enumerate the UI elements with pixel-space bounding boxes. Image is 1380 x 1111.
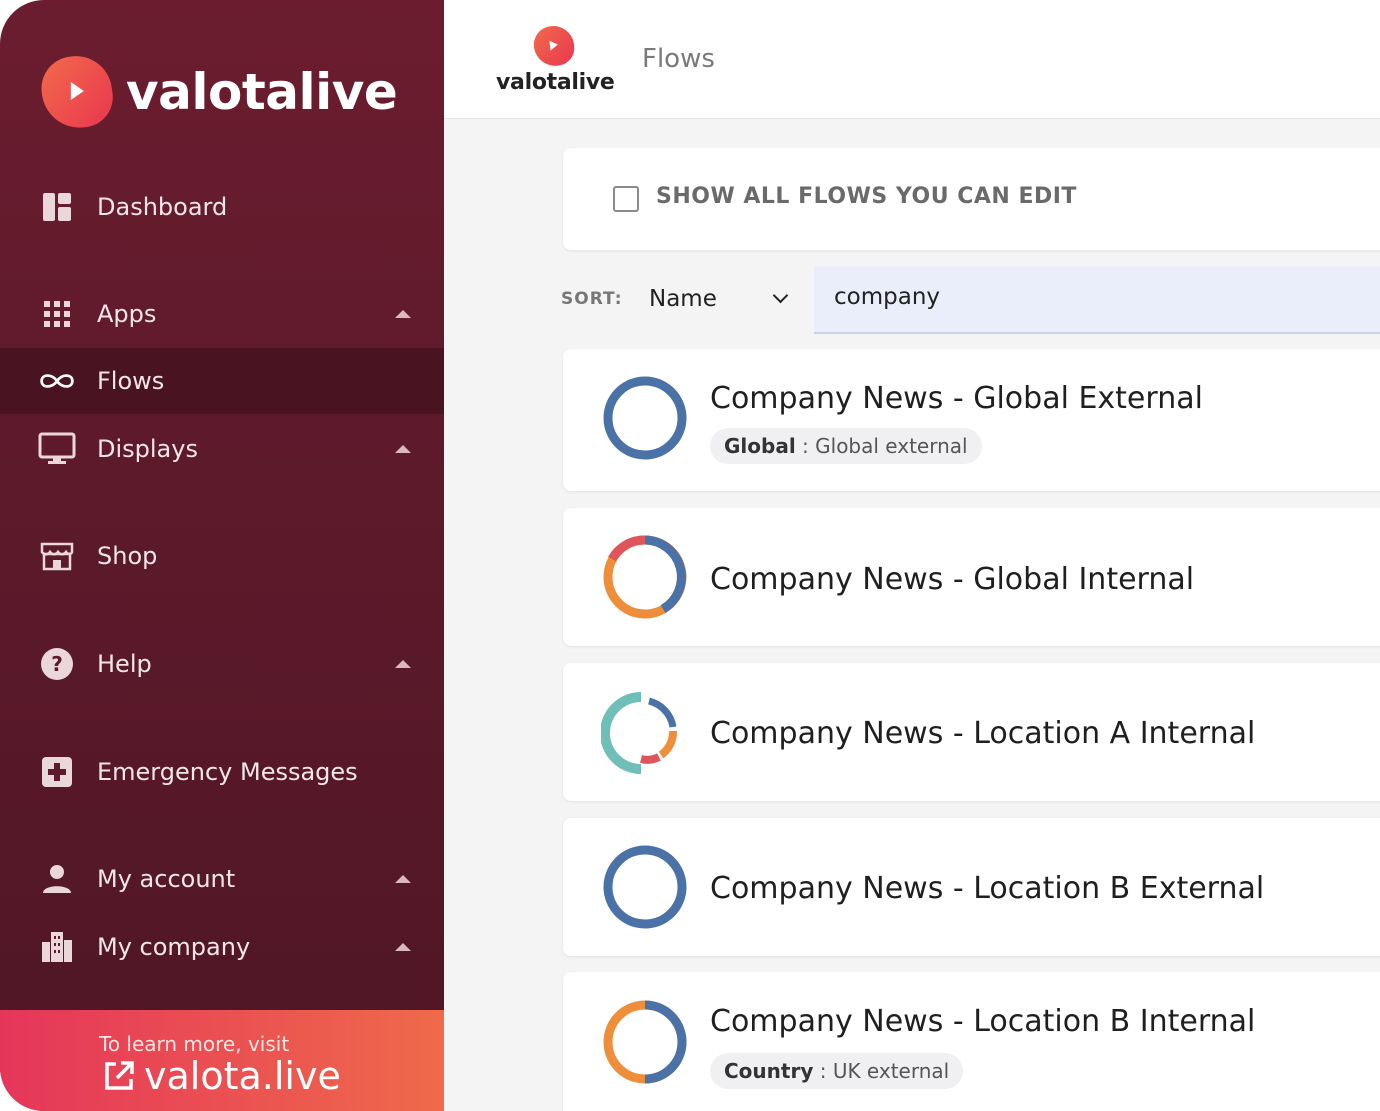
flow-name: Company News - Location A Internal [710,716,1256,751]
chevron-down-icon [772,287,789,304]
help-icon: ? [38,645,76,683]
sidebar-item-shop[interactable]: Shop [0,523,444,589]
flow-tag-value: UK external [832,1059,950,1083]
sidebar-item-emergency-messages[interactable]: Emergency Messages [0,739,444,805]
sidebar-item-label: Help [97,650,152,678]
sidebar-item-label: Dashboard [97,193,228,221]
flow-card-location-b-external[interactable]: Company News - Location B External [563,818,1380,956]
footer-text: To learn more, visit [99,1032,290,1056]
flow-card-location-b-internal[interactable]: Company News - Location B Internal Count… [563,972,1380,1111]
flow-ring-icon [603,1000,687,1084]
flow-ring-icon [601,692,677,774]
app-window: valotalive Dashboard Apps Flows Displays… [0,0,1380,1111]
footer-link[interactable]: valota.live [102,1054,341,1098]
top-bar: valotalive Flows [444,0,1380,119]
svg-text:?: ? [51,652,63,676]
person-icon [38,860,76,898]
sidebar-item-my-company[interactable]: My company [0,914,444,980]
flow-tag-key: Country [724,1059,814,1083]
sort-select[interactable]: Name [633,270,808,328]
flow-name: Company News - Global Internal [710,562,1195,597]
sidebar-item-help[interactable]: ? Help [0,631,444,697]
external-link-icon [105,1061,134,1090]
sidebar-item-label: Flows [97,367,165,395]
search-input[interactable]: company [814,266,1380,334]
chevron-up-icon[interactable] [395,943,411,951]
sidebar-item-label: Apps [97,300,157,328]
sidebar-item-label: Shop [97,542,158,570]
flow-tag-value: Global external [815,434,968,458]
filter-card: SHOW ALL FLOWS YOU CAN EDIT [563,148,1380,250]
apps-grid-icon [38,295,76,333]
chevron-up-icon[interactable] [395,875,411,883]
sidebar-item-displays[interactable]: Displays [0,416,444,482]
dashboard-icon [38,188,76,226]
footer-link-text: valota.live [144,1054,341,1098]
logo-play-icon [531,23,577,69]
show-all-flows-checkbox[interactable] [613,186,639,212]
sidebar-logo[interactable]: valotalive [37,51,398,133]
sidebar-item-label: My company [97,933,251,961]
sidebar: valotalive Dashboard Apps Flows Displays… [0,0,444,1111]
flow-tag-key: Global [724,434,796,458]
chevron-up-icon[interactable] [395,445,411,453]
logo-play-icon [37,51,117,133]
sidebar-item-label: Emergency Messages [97,758,358,786]
flow-tag: Global : Global external [710,428,982,464]
flow-tag: Country : UK external [710,1053,964,1089]
sidebar-item-dashboard[interactable]: Dashboard [0,174,444,240]
show-all-flows-label[interactable]: SHOW ALL FLOWS YOU CAN EDIT [656,184,1077,209]
sidebar-item-label: Displays [97,435,198,463]
emergency-icon [38,753,76,791]
shop-icon [38,537,76,575]
flow-name: Company News - Location B External [710,871,1265,906]
flow-card-global-external[interactable]: Company News - Global External Global : … [563,349,1380,491]
sort-value: Name [649,286,717,312]
page-title: Flows [642,44,715,74]
header-logo-text: valotalive [496,70,615,95]
chevron-up-icon[interactable] [395,660,411,668]
flow-ring-icon [603,376,687,460]
sort-label: SORT: [561,289,623,309]
building-icon [38,928,76,966]
infinity-icon [38,362,76,400]
flow-ring-icon [603,535,687,619]
sidebar-footer: To learn more, visit valota.live [0,1010,444,1111]
flow-name: Company News - Global External [710,381,1203,416]
logo-text: valotalive [126,63,398,121]
sidebar-item-label: My account [97,865,236,893]
flow-card-global-internal[interactable]: Company News - Global Internal [563,508,1380,646]
flow-name: Company News - Location B Internal [710,1004,1256,1039]
sidebar-item-my-account[interactable]: My account [0,846,444,912]
sidebar-item-flows[interactable]: Flows [0,348,444,414]
sidebar-item-apps[interactable]: Apps [0,281,444,347]
flow-card-location-a-internal[interactable]: Company News - Location A Internal [563,663,1380,801]
chevron-up-icon[interactable] [395,310,411,318]
flow-ring-icon [603,845,687,929]
search-input-value: company [834,284,941,310]
header-logo[interactable]: valotalive [496,23,615,100]
monitor-icon [38,430,76,468]
